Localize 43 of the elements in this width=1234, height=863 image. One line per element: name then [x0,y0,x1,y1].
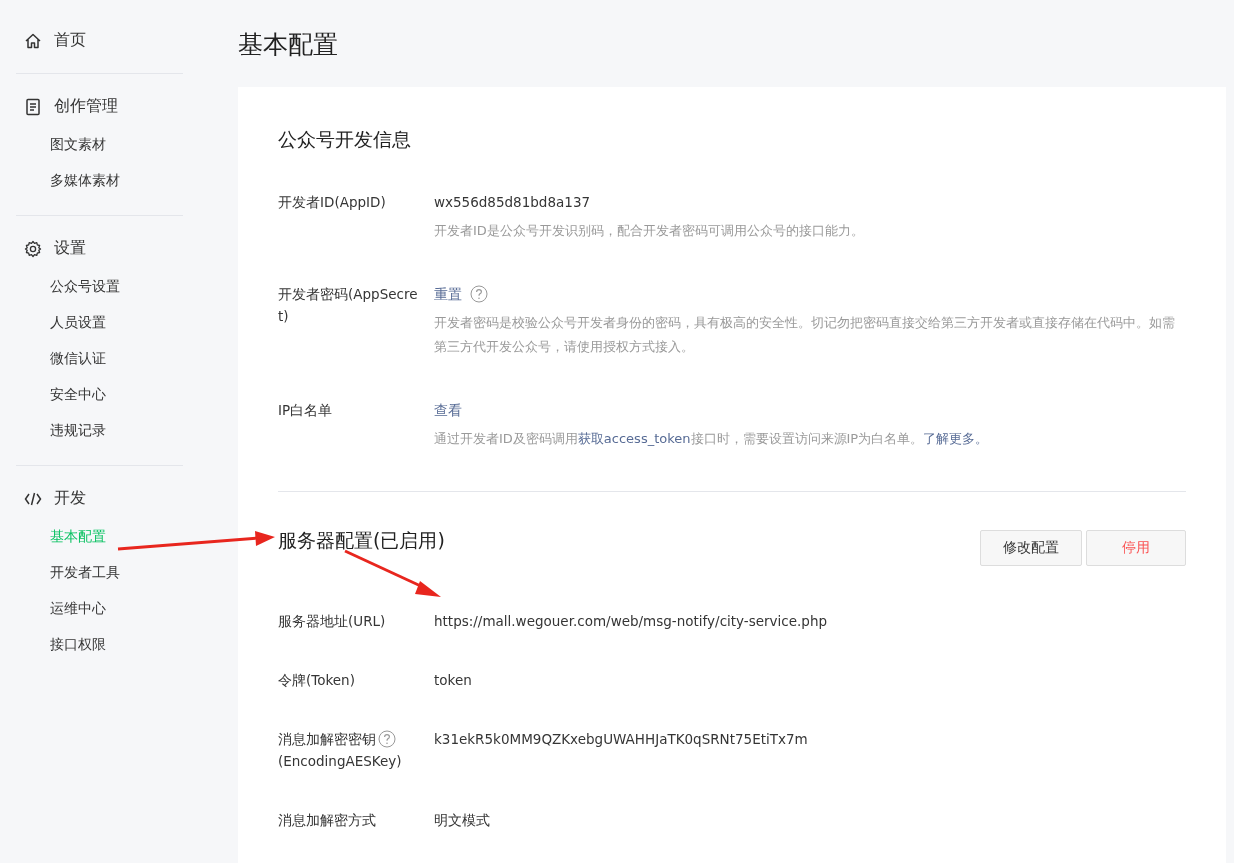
field-value: https://mall.wegouer.com/web/msg-notify/city-service.php [434,613,828,629]
field-label: 消息加解密密钥 [278,730,376,749]
section-title: 服务器配置(已启用) [278,528,445,553]
field-label: 开发者密码(AppSecret) [278,285,419,326]
field-label: 消息加解密方式 [278,811,376,830]
sidebar-item[interactable]: 运维中心 [16,591,183,627]
settings-icon [24,239,42,258]
page-title: 基本配置 [238,29,339,61]
sidebar-item[interactable]: 微信认证 [16,341,183,377]
field-label: IP白名单 [278,401,334,420]
field-value: 明文模式 [434,812,490,828]
sidebar-item[interactable]: 开发者工具 [16,555,183,591]
action-link[interactable]: 重置 [434,283,462,305]
sidebar-item[interactable]: 公众号设置 [16,269,183,305]
sidebar-section-title[interactable]: 开发 [54,488,86,509]
field-label: 服务器地址(URL) [278,612,386,631]
field-description: 开发者ID是公众号开发识别码，配合开发者密码可调用公众号的接口能力。 [434,222,865,240]
field-value: token [434,672,472,688]
document-icon [24,97,42,116]
sidebar-item[interactable]: 人员设置 [16,305,183,341]
help-icon[interactable] [470,285,488,303]
sidebar-item[interactable]: 多媒体素材 [16,163,183,199]
field-description: 通过开发者ID及密码调用获取access_token接口时，需要设置访问来源IP为白名单。了解更多。 [434,430,990,448]
help-icon[interactable] [378,730,396,748]
sidebar-item[interactable]: 违规记录 [16,413,183,449]
text-link[interactable]: 获取access_token [577,431,691,446]
text-link[interactable]: 了解更多。 [923,431,989,446]
sidebar-section-title[interactable]: 设置 [54,238,86,259]
home-icon [24,31,42,50]
field-description: 开发者密码是校验公众号开发者身份的密码，具有极高的安全性。切记勿把密码直接交给第三方开发者或直接存储在代码中。如需第三方代开发公众号，请使用授权方式接入。 [434,314,1176,356]
sidebar-item[interactable]: 图文素材 [16,127,183,163]
edit-config-button[interactable]: 修改配置 [980,530,1082,566]
field-label: 令牌(Token) [278,671,355,690]
field-value: k31ekR5k0MM9QZKxebgUWAHHJaTK0qSRNt75EtiTx7m [434,731,808,747]
field-label: (EncodingAESKey) [278,752,403,771]
section-title: 公众号开发信息 [278,127,412,152]
field-value: wx556d85d81bd8a137 [434,193,591,212]
field-label: 开发者ID(AppID) [278,193,387,212]
sidebar-section-title[interactable]: 首页 [54,30,86,51]
action-link[interactable]: 查看 [434,399,462,421]
sidebar-item[interactable]: 接口权限 [16,627,183,663]
sidebar-item[interactable]: 安全中心 [16,377,183,413]
sidebar-section-title[interactable]: 创作管理 [54,96,118,117]
